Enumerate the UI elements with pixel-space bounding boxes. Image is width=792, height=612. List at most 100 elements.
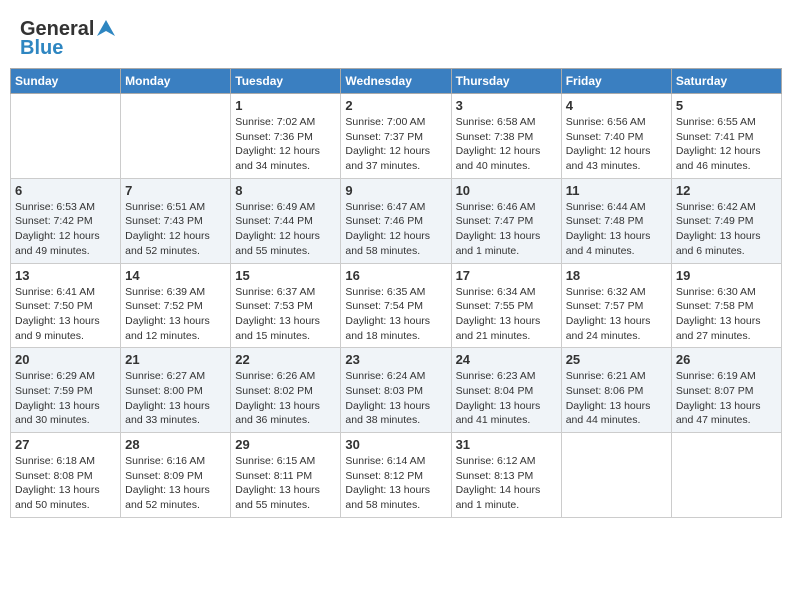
day-info: Sunrise: 7:02 AMSunset: 7:36 PMDaylight:… <box>235 115 336 174</box>
calendar-cell: 16Sunrise: 6:35 AMSunset: 7:54 PMDayligh… <box>341 263 451 348</box>
day-number: 25 <box>566 352 667 367</box>
calendar-cell: 1 Sunrise: 7:02 AMSunset: 7:36 PMDaylight… <box>231 94 341 179</box>
day-info: Sunrise: 6:29 AMSunset: 7:59 PMDaylight:… <box>15 369 116 428</box>
day-info: Sunrise: 6:41 AMSunset: 7:50 PMDaylight:… <box>15 285 116 344</box>
day-number: 23 <box>345 352 446 367</box>
day-number: 1 <box>235 98 336 113</box>
header: General Blue <box>10 10 782 64</box>
day-number: 3 <box>456 98 557 113</box>
calendar-cell <box>561 433 671 518</box>
calendar-week-row: 6 Sunrise: 6:53 AMSunset: 7:42 PMDaylight… <box>11 178 782 263</box>
day-info: Sunrise: 6:56 AMSunset: 7:40 PMDaylight:… <box>566 115 667 174</box>
calendar-cell: 28 Sunrise: 6:16 AMSunset: 8:09 PMDayligh… <box>121 433 231 518</box>
day-info: Sunrise: 6:14 AMSunset: 8:12 PMDaylight:… <box>345 454 446 513</box>
calendar-cell: 17 Sunrise: 6:34 AMSunset: 7:55 PMDayligh… <box>451 263 561 348</box>
calendar-cell: 18Sunrise: 6:32 AMSunset: 7:57 PMDayligh… <box>561 263 671 348</box>
calendar-cell: 22 Sunrise: 6:26 AMSunset: 8:02 PMDayligh… <box>231 348 341 433</box>
calendar-cell: 2 Sunrise: 7:00 AMSunset: 7:37 PMDaylight… <box>341 94 451 179</box>
day-info: Sunrise: 6:53 AMSunset: 7:42 PMDaylight:… <box>15 200 116 259</box>
day-number: 7 <box>125 183 226 198</box>
day-number: 26 <box>676 352 777 367</box>
column-header-monday: Monday <box>121 69 231 94</box>
day-number: 21 <box>125 352 226 367</box>
day-number: 2 <box>345 98 446 113</box>
calendar-cell: 23 Sunrise: 6:24 AMSunset: 8:03 PMDayligh… <box>341 348 451 433</box>
day-number: 29 <box>235 437 336 452</box>
day-info: Sunrise: 6:37 AMSunset: 7:53 PMDaylight:… <box>235 285 336 344</box>
column-header-tuesday: Tuesday <box>231 69 341 94</box>
calendar-cell: 24Sunrise: 6:23 AMSunset: 8:04 PMDayligh… <box>451 348 561 433</box>
calendar-cell: 13 Sunrise: 6:41 AMSunset: 7:50 PMDayligh… <box>11 263 121 348</box>
logo: General Blue <box>20 18 117 60</box>
calendar-cell: 29 Sunrise: 6:15 AMSunset: 8:11 PMDayligh… <box>231 433 341 518</box>
day-info: Sunrise: 6:58 AMSunset: 7:38 PMDaylight:… <box>456 115 557 174</box>
calendar-header-row: SundayMondayTuesdayWednesdayThursdayFrid… <box>11 69 782 94</box>
day-info: Sunrise: 6:24 AMSunset: 8:03 PMDaylight:… <box>345 369 446 428</box>
calendar-cell: 9Sunrise: 6:47 AMSunset: 7:46 PMDaylight… <box>341 178 451 263</box>
day-number: 10 <box>456 183 557 198</box>
day-info: Sunrise: 6:12 AMSunset: 8:13 PMDaylight:… <box>456 454 557 513</box>
logo-blue: Blue <box>20 37 63 60</box>
calendar-cell: 7 Sunrise: 6:51 AMSunset: 7:43 PMDaylight… <box>121 178 231 263</box>
calendar-cell: 21 Sunrise: 6:27 AMSunset: 8:00 PMDayligh… <box>121 348 231 433</box>
day-info: Sunrise: 6:26 AMSunset: 8:02 PMDaylight:… <box>235 369 336 428</box>
column-header-wednesday: Wednesday <box>341 69 451 94</box>
day-number: 12 <box>676 183 777 198</box>
calendar-week-row: 13 Sunrise: 6:41 AMSunset: 7:50 PMDayligh… <box>11 263 782 348</box>
day-info: Sunrise: 6:46 AMSunset: 7:47 PMDaylight:… <box>456 200 557 259</box>
calendar-cell: 25 Sunrise: 6:21 AMSunset: 8:06 PMDayligh… <box>561 348 671 433</box>
calendar-cell: 6 Sunrise: 6:53 AMSunset: 7:42 PMDaylight… <box>11 178 121 263</box>
day-info: Sunrise: 7:00 AMSunset: 7:37 PMDaylight:… <box>345 115 446 174</box>
logo-bird-icon <box>95 18 117 40</box>
day-info: Sunrise: 6:55 AMSunset: 7:41 PMDaylight:… <box>676 115 777 174</box>
column-header-friday: Friday <box>561 69 671 94</box>
day-number: 31 <box>456 437 557 452</box>
day-info: Sunrise: 6:49 AMSunset: 7:44 PMDaylight:… <box>235 200 336 259</box>
calendar-cell: 15Sunrise: 6:37 AMSunset: 7:53 PMDayligh… <box>231 263 341 348</box>
day-number: 8 <box>235 183 336 198</box>
day-number: 6 <box>15 183 116 198</box>
day-info: Sunrise: 6:15 AMSunset: 8:11 PMDaylight:… <box>235 454 336 513</box>
day-number: 9 <box>345 183 446 198</box>
day-number: 13 <box>15 268 116 283</box>
day-number: 5 <box>676 98 777 113</box>
day-info: Sunrise: 6:23 AMSunset: 8:04 PMDaylight:… <box>456 369 557 428</box>
day-info: Sunrise: 6:32 AMSunset: 7:57 PMDaylight:… <box>566 285 667 344</box>
calendar-week-row: 20 Sunrise: 6:29 AMSunset: 7:59 PMDayligh… <box>11 348 782 433</box>
column-header-sunday: Sunday <box>11 69 121 94</box>
day-info: Sunrise: 6:30 AMSunset: 7:58 PMDaylight:… <box>676 285 777 344</box>
day-number: 20 <box>15 352 116 367</box>
day-number: 22 <box>235 352 336 367</box>
calendar-cell: 12 Sunrise: 6:42 AMSunset: 7:49 PMDayligh… <box>671 178 781 263</box>
calendar-cell: 11Sunrise: 6:44 AMSunset: 7:48 PMDayligh… <box>561 178 671 263</box>
calendar-cell: 5 Sunrise: 6:55 AMSunset: 7:41 PMDaylight… <box>671 94 781 179</box>
calendar-week-row: 1 Sunrise: 7:02 AMSunset: 7:36 PMDaylight… <box>11 94 782 179</box>
day-info: Sunrise: 6:21 AMSunset: 8:06 PMDaylight:… <box>566 369 667 428</box>
calendar-cell: 27Sunrise: 6:18 AMSunset: 8:08 PMDayligh… <box>11 433 121 518</box>
calendar-cell: 4 Sunrise: 6:56 AMSunset: 7:40 PMDaylight… <box>561 94 671 179</box>
day-info: Sunrise: 6:27 AMSunset: 8:00 PMDaylight:… <box>125 369 226 428</box>
calendar-table: SundayMondayTuesdayWednesdayThursdayFrid… <box>10 68 782 518</box>
day-number: 4 <box>566 98 667 113</box>
day-number: 17 <box>456 268 557 283</box>
calendar-cell <box>671 433 781 518</box>
calendar-cell <box>11 94 121 179</box>
calendar-cell: 30 Sunrise: 6:14 AMSunset: 8:12 PMDayligh… <box>341 433 451 518</box>
day-number: 14 <box>125 268 226 283</box>
day-info: Sunrise: 6:16 AMSunset: 8:09 PMDaylight:… <box>125 454 226 513</box>
day-info: Sunrise: 6:42 AMSunset: 7:49 PMDaylight:… <box>676 200 777 259</box>
day-number: 30 <box>345 437 446 452</box>
day-info: Sunrise: 6:34 AMSunset: 7:55 PMDaylight:… <box>456 285 557 344</box>
day-number: 19 <box>676 268 777 283</box>
day-info: Sunrise: 6:18 AMSunset: 8:08 PMDaylight:… <box>15 454 116 513</box>
column-header-saturday: Saturday <box>671 69 781 94</box>
day-info: Sunrise: 6:51 AMSunset: 7:43 PMDaylight:… <box>125 200 226 259</box>
calendar-cell: 20 Sunrise: 6:29 AMSunset: 7:59 PMDayligh… <box>11 348 121 433</box>
day-info: Sunrise: 6:19 AMSunset: 8:07 PMDaylight:… <box>676 369 777 428</box>
calendar-cell: 14Sunrise: 6:39 AMSunset: 7:52 PMDayligh… <box>121 263 231 348</box>
day-number: 28 <box>125 437 226 452</box>
calendar-cell: 3 Sunrise: 6:58 AMSunset: 7:38 PMDaylight… <box>451 94 561 179</box>
day-info: Sunrise: 6:35 AMSunset: 7:54 PMDaylight:… <box>345 285 446 344</box>
calendar-cell: 26 Sunrise: 6:19 AMSunset: 8:07 PMDayligh… <box>671 348 781 433</box>
calendar-cell: 8 Sunrise: 6:49 AMSunset: 7:44 PMDaylight… <box>231 178 341 263</box>
